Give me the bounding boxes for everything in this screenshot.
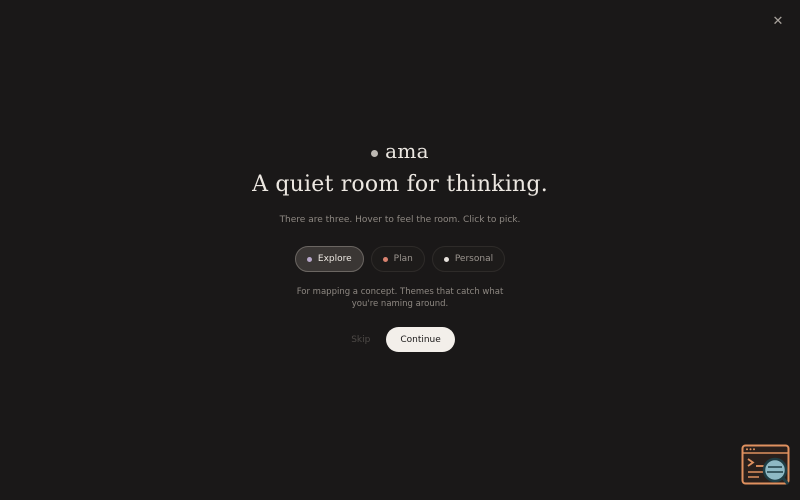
mode-description: For mapping a concept. Themes that catch… xyxy=(296,287,504,309)
page-title: A quiet room for thinking. xyxy=(252,172,548,197)
skip-button[interactable]: Skip xyxy=(345,335,370,345)
mode-option-personal[interactable]: Personal xyxy=(431,246,506,272)
mode-option-explore[interactable]: Explore xyxy=(294,246,364,272)
mode-selector: Explore Plan Personal xyxy=(0,246,800,272)
brand-logo: ama xyxy=(0,139,800,163)
brand-name: ama xyxy=(385,139,429,163)
continue-button[interactable]: Continue xyxy=(386,327,455,352)
mode-label: Plan xyxy=(393,254,413,264)
devtools-widget-button[interactable] xyxy=(741,444,791,488)
mode-option-plan[interactable]: Plan xyxy=(370,246,425,272)
close-button[interactable]: ✕ xyxy=(770,14,786,30)
mode-dot-icon xyxy=(443,256,449,262)
page-subtitle: There are three. Hover to feel the room.… xyxy=(279,215,521,225)
action-bar: Skip Continue xyxy=(0,327,800,352)
mode-dot-icon xyxy=(382,256,388,262)
terminal-search-icon xyxy=(741,444,790,485)
mode-label: Explore xyxy=(317,254,352,264)
brand-dot-icon xyxy=(371,149,379,157)
close-icon: ✕ xyxy=(772,14,784,29)
mode-dot-icon xyxy=(306,256,312,262)
mode-label: Personal xyxy=(454,254,494,264)
